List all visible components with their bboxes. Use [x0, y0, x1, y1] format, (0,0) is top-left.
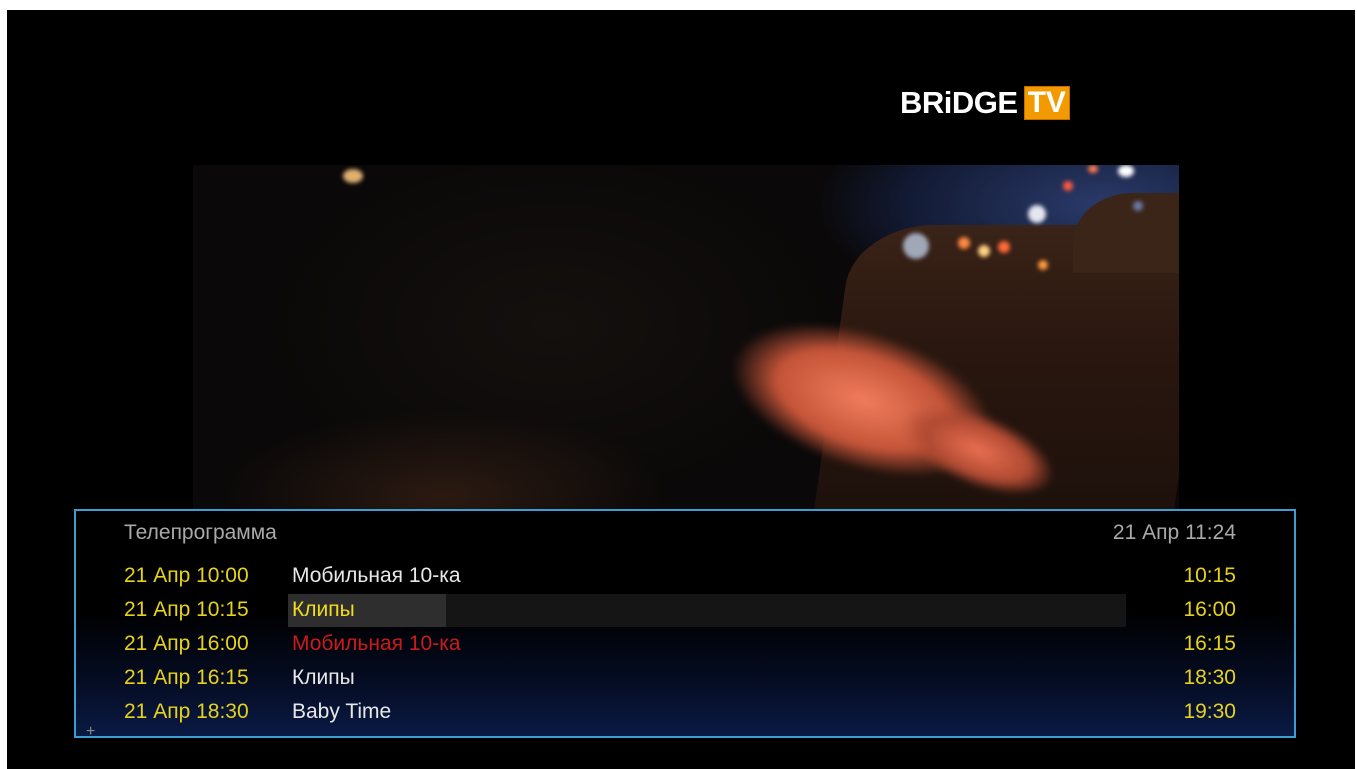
more-items-icon: +	[86, 723, 96, 740]
program-end-time: 10:15	[1183, 564, 1236, 587]
bokeh-light	[343, 169, 363, 183]
program-end-time: 16:00	[1183, 598, 1236, 621]
channel-logo-text: BRiDGE	[900, 85, 1018, 120]
program-title: Клипы	[292, 598, 355, 621]
bokeh-light	[998, 241, 1010, 253]
video-preview	[193, 165, 1179, 515]
bokeh-light	[1028, 205, 1046, 223]
program-start-time: 21 Апр 10:15	[124, 598, 249, 621]
tv-screen: BRiDGE TV Телепрограмма 21 Апр 11:24 21 …	[0, 0, 1357, 769]
program-title: Мобильная 10-ка	[292, 564, 461, 587]
epg-program-row[interactable]: 21 Апр 10:00 Мобильная 10-ка 10:15	[124, 559, 1236, 593]
bokeh-light	[903, 233, 929, 259]
bokeh-light	[1063, 181, 1073, 191]
epg-panel: Телепрограмма 21 Апр 11:24 21 Апр 10:00 …	[74, 509, 1296, 740]
epg-header: Телепрограмма 21 Апр 11:24	[124, 519, 1236, 547]
bokeh-light	[958, 237, 970, 249]
epg-program-row-current[interactable]: 21 Апр 16:00 Мобильная 10-ка 16:15	[124, 627, 1236, 661]
program-end-time: 19:30	[1183, 700, 1236, 723]
program-title: Baby Time	[292, 700, 392, 723]
program-end-time: 18:30	[1183, 666, 1236, 689]
channel-logo-tv-badge: TV	[1023, 86, 1070, 120]
program-start-time: 21 Апр 10:00	[124, 564, 249, 587]
epg-program-list: 21 Апр 10:00 Мобильная 10-ка 10:15 21 Ап…	[124, 559, 1236, 729]
epg-program-row[interactable]: 21 Апр 18:30 Baby Time 19:30	[124, 695, 1236, 729]
program-start-time: 21 Апр 18:30	[124, 700, 249, 723]
epg-current-datetime: 21 Апр 11:24	[1112, 521, 1236, 544]
channel-logo: BRiDGE TV	[900, 86, 1070, 120]
program-start-time: 21 Апр 16:00	[124, 632, 249, 655]
bokeh-light	[1038, 260, 1048, 270]
program-end-time: 16:15	[1183, 632, 1236, 655]
epg-title: Телепрограмма	[124, 521, 277, 544]
program-title: Клипы	[292, 666, 355, 689]
bokeh-light	[1088, 165, 1098, 173]
bokeh-light	[1133, 201, 1143, 211]
program-title: Мобильная 10-ка	[292, 632, 461, 655]
bokeh-light	[978, 245, 990, 257]
epg-program-row-selected[interactable]: 21 Апр 10:15 Клипы 16:00	[124, 593, 1236, 627]
epg-program-row[interactable]: 21 Апр 16:15 Клипы 18:30	[124, 661, 1236, 695]
program-start-time: 21 Апр 16:15	[124, 666, 249, 689]
bokeh-light	[1118, 165, 1134, 177]
